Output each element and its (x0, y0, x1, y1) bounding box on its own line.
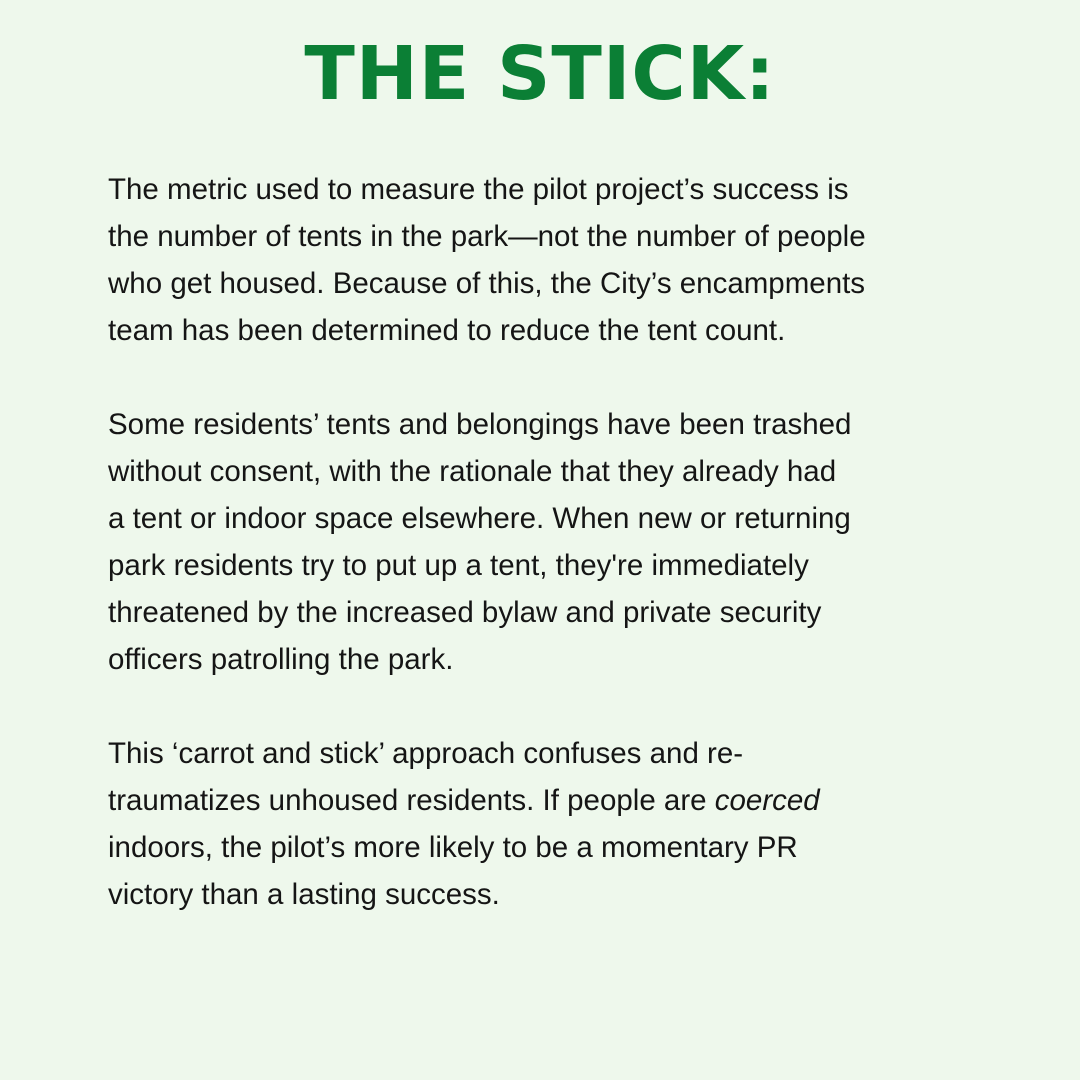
paragraph-metric: The metric used to measure the pilot pro… (108, 166, 988, 354)
text-line: The metric used to measure the pilot pro… (108, 173, 849, 206)
text-line: the number of tents in the park—not the … (108, 220, 866, 253)
text-line: indoors, the pilot’s more likely to be a… (108, 831, 798, 864)
page-title: THE STICK: (304, 31, 776, 117)
text-line: park residents try to put up a tent, the… (108, 549, 809, 582)
text-line: officers patrolling the park. (108, 643, 454, 676)
text-line: threatened by the increased bylaw and pr… (108, 596, 822, 629)
text-line: a tent or indoor space elsewhere. When n… (108, 502, 851, 535)
post-card: THE STICK: The metric used to measure th… (0, 0, 1080, 1080)
text-line: victory than a lasting success. (108, 878, 500, 911)
body-text: The metric used to measure the pilot pro… (108, 166, 988, 918)
emphasized-word: coerced (714, 784, 820, 817)
text-line: This ‘carrot and stick’ approach confuse… (108, 737, 744, 770)
text-line: without consent, with the rationale that… (108, 455, 837, 488)
text-line: who get housed. Because of this, the Cit… (108, 267, 866, 300)
text-line: team has been determined to reduce the t… (108, 314, 786, 347)
text-line: traumatizes unhoused residents. If peopl… (108, 777, 988, 824)
text-line: Some residents’ tents and belongings hav… (108, 408, 852, 441)
paragraph-belongings: Some residents’ tents and belongings hav… (108, 401, 988, 683)
text-segment: traumatizes unhoused residents. If peopl… (108, 784, 715, 817)
paragraph-carrot-and-stick: This ‘carrot and stick’ approach confuse… (108, 730, 988, 918)
